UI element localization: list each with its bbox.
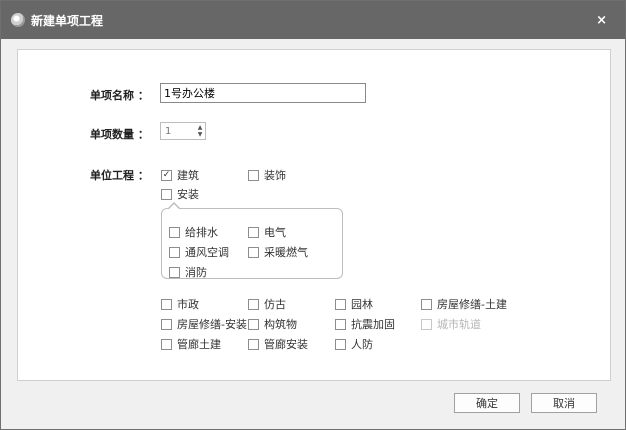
checkbox-box[interactable] bbox=[248, 298, 259, 310]
chevron-down-icon[interactable]: ▼ bbox=[195, 131, 205, 138]
checkbox-box[interactable] bbox=[248, 226, 259, 238]
checkbox-rail-transit: 城市轨道 bbox=[421, 316, 481, 332]
checkbox-tunnel-install[interactable]: 管廊安装 bbox=[248, 336, 308, 352]
checkbox-label: 建筑 bbox=[177, 169, 199, 182]
checkbox-water[interactable]: 给排水 bbox=[169, 224, 218, 240]
unit-label: 单位工程 ： bbox=[90, 169, 149, 182]
checkbox-box[interactable] bbox=[335, 298, 346, 310]
popup-arrow-inner bbox=[169, 204, 179, 209]
ok-button[interactable]: 确定 bbox=[454, 393, 520, 413]
checkbox-structure[interactable]: 构筑物 bbox=[248, 316, 297, 332]
checkbox-box[interactable] bbox=[335, 338, 346, 350]
dialog-title: 新建单项工程 bbox=[31, 13, 104, 28]
checkbox-label: 园林 bbox=[351, 298, 373, 311]
checkbox-label: 采暖燃气 bbox=[264, 246, 308, 259]
name-label: 单项名称 ： bbox=[90, 89, 149, 102]
checkbox-label: 构筑物 bbox=[264, 318, 297, 331]
checkbox-box[interactable] bbox=[248, 338, 259, 350]
checkbox-label: 人防 bbox=[351, 338, 373, 351]
checkbox-box[interactable] bbox=[169, 246, 180, 258]
checkbox-label: 市政 bbox=[177, 298, 199, 311]
checkbox-box bbox=[421, 318, 432, 330]
checkbox-heating[interactable]: 采暖燃气 bbox=[248, 244, 308, 260]
checkbox-box[interactable] bbox=[161, 188, 172, 200]
checkbox-municipal[interactable]: 市政 bbox=[161, 296, 199, 312]
stepper-arrows[interactable]: ▲ ▼ bbox=[195, 124, 205, 138]
checkbox-checked-icon[interactable]: ✓ bbox=[161, 169, 172, 181]
checkbox-label: 管廊土建 bbox=[177, 338, 221, 351]
checkbox-label: 管廊安装 bbox=[264, 338, 308, 351]
checkbox-building[interactable]: ✓ 建筑 bbox=[161, 167, 199, 183]
checkbox-install[interactable]: 安装 bbox=[161, 186, 199, 202]
checkbox-label: 安装 bbox=[177, 188, 199, 201]
checkbox-label: 房屋修缮-土建 bbox=[437, 298, 507, 311]
checkbox-label: 给排水 bbox=[185, 226, 218, 239]
checkbox-civil-defense[interactable]: 人防 bbox=[335, 336, 373, 352]
checkbox-tunnel-civil[interactable]: 管廊土建 bbox=[161, 336, 221, 352]
checkbox-box[interactable] bbox=[161, 298, 172, 310]
checkbox-label: 电气 bbox=[264, 226, 286, 239]
checkbox-box[interactable] bbox=[161, 338, 172, 350]
checkbox-box[interactable] bbox=[169, 226, 180, 238]
close-icon[interactable]: × bbox=[596, 13, 607, 28]
checkbox-label: 通风空调 bbox=[185, 246, 229, 259]
app-logo-icon bbox=[11, 13, 25, 27]
checkbox-box[interactable] bbox=[248, 169, 259, 181]
checkbox-antique[interactable]: 仿古 bbox=[248, 296, 286, 312]
checkbox-label: 仿古 bbox=[264, 298, 286, 311]
checkbox-seismic[interactable]: 抗震加固 bbox=[335, 316, 395, 332]
checkbox-electric[interactable]: 电气 bbox=[248, 224, 286, 240]
checkbox-label: 抗震加固 bbox=[351, 318, 395, 331]
name-input[interactable] bbox=[160, 83, 366, 103]
checkbox-repair-install[interactable]: 房屋修缮-安装 bbox=[161, 316, 247, 332]
form-panel: 单项名称 ： 单项数量 ： 1 ▲ ▼ 单位工程 ： ✓ 建筑 装饰 安装 bbox=[17, 49, 611, 381]
count-stepper[interactable]: 1 ▲ ▼ bbox=[160, 122, 206, 140]
checkbox-garden[interactable]: 园林 bbox=[335, 296, 373, 312]
title-bar[interactable]: 新建单项工程 × bbox=[1, 1, 625, 39]
checkbox-label: 装饰 bbox=[264, 169, 286, 182]
checkbox-repair-civil[interactable]: 房屋修缮-土建 bbox=[421, 296, 507, 312]
checkbox-box[interactable] bbox=[248, 246, 259, 258]
checkbox-box[interactable] bbox=[169, 266, 180, 278]
checkbox-box[interactable] bbox=[248, 318, 259, 330]
count-label: 单项数量 ： bbox=[90, 128, 149, 141]
chevron-up-icon[interactable]: ▲ bbox=[195, 124, 205, 131]
cancel-button[interactable]: 取消 bbox=[531, 393, 597, 413]
checkbox-box[interactable] bbox=[335, 318, 346, 330]
checkbox-label: 消防 bbox=[185, 266, 207, 279]
checkbox-label: 房屋修缮-安装 bbox=[177, 318, 247, 331]
checkbox-box[interactable] bbox=[161, 318, 172, 330]
checkbox-fire[interactable]: 消防 bbox=[169, 264, 207, 280]
checkbox-box[interactable] bbox=[421, 298, 432, 310]
checkbox-decoration[interactable]: 装饰 bbox=[248, 167, 286, 183]
count-value[interactable]: 1 bbox=[161, 126, 195, 137]
checkbox-label: 城市轨道 bbox=[437, 318, 481, 331]
checkbox-hvac[interactable]: 通风空调 bbox=[169, 244, 229, 260]
new-project-dialog: 新建单项工程 × 单项名称 ： 单项数量 ： 1 ▲ ▼ 单位工程 ： ✓ 建筑… bbox=[0, 0, 626, 430]
